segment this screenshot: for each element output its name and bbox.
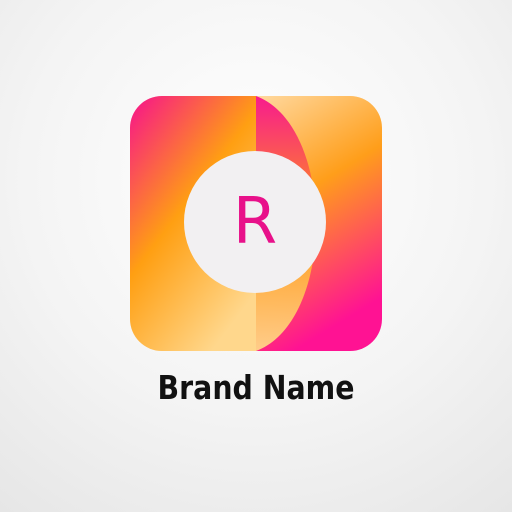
brand-name: Brand Name — [157, 368, 355, 407]
monogram-letter: R — [232, 185, 278, 259]
app-logo: R — [130, 96, 382, 351]
